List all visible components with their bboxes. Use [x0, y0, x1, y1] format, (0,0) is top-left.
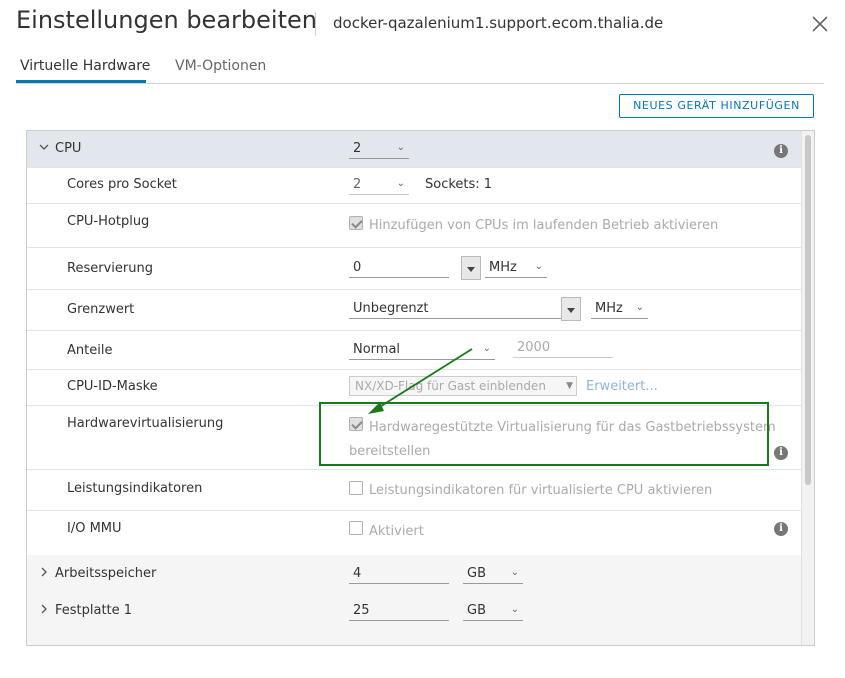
annotation-arrow-icon	[368, 348, 473, 414]
